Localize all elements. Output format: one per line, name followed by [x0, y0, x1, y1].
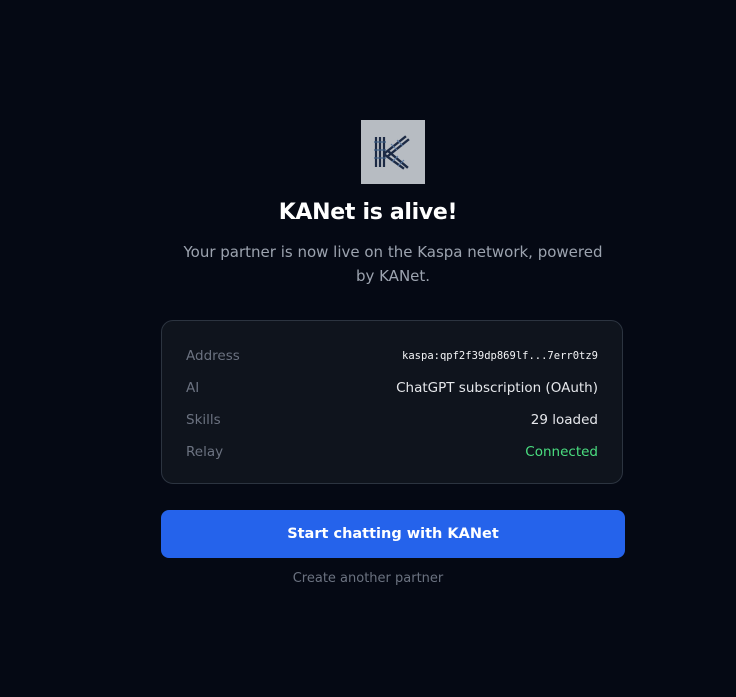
partner-details-card: Address kaspa:qpf2f39dp869lf...7err0tz9 … [161, 320, 623, 484]
ai-value: ChatGPT subscription (OAuth) [396, 380, 598, 396]
detail-row-ai: AI ChatGPT subscription (OAuth) [186, 377, 598, 399]
address-label: Address [186, 348, 240, 364]
create-another-partner-link[interactable]: Create another partner [293, 571, 444, 586]
ai-label: AI [186, 380, 200, 396]
success-screen: KANet is alive! Your partner is now live… [0, 0, 736, 697]
detail-row-address: Address kaspa:qpf2f39dp869lf...7err0tz9 [186, 345, 598, 367]
kanet-k-logo-icon [361, 120, 425, 184]
page-title: KANet is alive! [278, 200, 458, 225]
detail-row-skills: Skills 29 loaded [186, 409, 598, 431]
create-another-partner-link-row: Create another partner [0, 571, 736, 586]
skills-value: 29 loaded [530, 412, 598, 428]
address-value: kaspa:qpf2f39dp869lf...7err0tz9 [402, 350, 598, 362]
relay-status: Connected [525, 444, 598, 460]
start-chatting-button[interactable]: Start chatting with KANet [161, 510, 625, 558]
relay-label: Relay [186, 444, 224, 460]
page-subtitle: Your partner is now live on the Kaspa ne… [183, 243, 603, 285]
skills-label: Skills [186, 412, 221, 428]
detail-row-relay: Relay Connected [186, 441, 598, 463]
